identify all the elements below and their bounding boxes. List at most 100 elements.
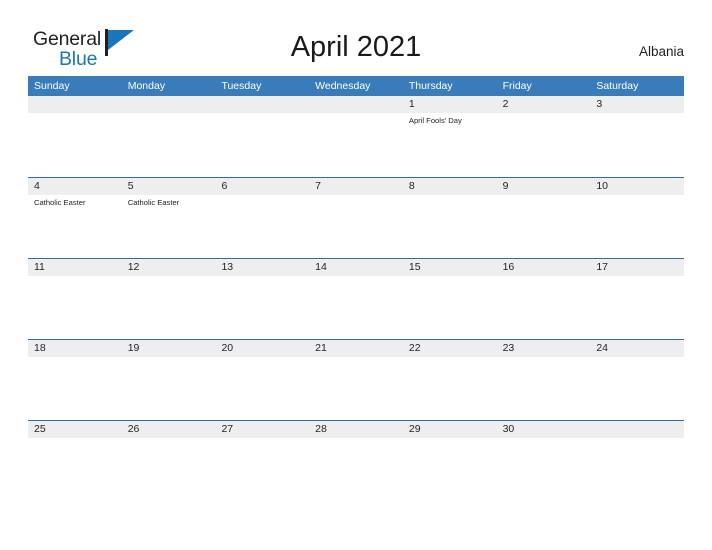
day-number-empty — [309, 96, 403, 113]
day-number-empty — [28, 96, 122, 113]
page-header: General Blue April 2021 Albania — [0, 0, 712, 76]
day-number[interactable]: 19 — [122, 340, 216, 357]
day-cell[interactable] — [215, 195, 309, 258]
weekday-header-monday: Monday — [127, 80, 166, 92]
day-cell[interactable] — [497, 357, 591, 420]
day-number[interactable]: 6 — [215, 178, 309, 195]
weekday-header-wednesday: Wednesday — [315, 80, 371, 92]
day-number[interactable]: 17 — [590, 259, 684, 276]
weekday-header-sunday: Sunday — [34, 80, 70, 92]
country-label: Albania — [638, 44, 684, 59]
day-number[interactable]: 1 — [403, 96, 497, 113]
week-date-band: 123 — [28, 96, 684, 113]
day-cell[interactable] — [28, 438, 122, 501]
day-cell[interactable] — [122, 438, 216, 501]
day-number[interactable]: 27 — [215, 421, 309, 438]
day-cell[interactable] — [122, 357, 216, 420]
day-number[interactable]: 21 — [309, 340, 403, 357]
week-date-band: 11 12 13 14 15 16 17 — [28, 259, 684, 276]
page-title: April 2021 — [290, 31, 422, 63]
week-event-row: Catholic Easter Catholic Easter — [28, 195, 684, 258]
calendar-weeks: 1 2 3 April Fools' Day 4 5 6 7 8 9 10 Catholic East… — [28, 96, 684, 501]
day-cell[interactable] — [309, 276, 403, 339]
calendar-week-row: 4 5 6 7 8 9 10 Catholic Easter Catholic Easter — [28, 177, 684, 258]
day-number[interactable]: 23 — [497, 340, 591, 357]
day-cell[interactable] — [309, 438, 403, 501]
day-cell[interactable] — [403, 276, 497, 339]
day-cell — [590, 438, 684, 501]
week-date-band: 4 5 6 7 8 9 10 — [28, 178, 684, 195]
holiday-label: April Fools' Day — [408, 116, 462, 125]
day-number[interactable]: 16 — [497, 259, 591, 276]
day-cell[interactable]: Catholic Easter — [28, 195, 122, 258]
day-number[interactable]: 15 — [403, 259, 497, 276]
day-cell — [122, 113, 216, 176]
day-cell — [215, 113, 309, 176]
day-number[interactable]: 8 — [403, 178, 497, 195]
day-cell — [309, 113, 403, 176]
day-cell[interactable] — [497, 438, 591, 501]
day-cell[interactable] — [590, 357, 684, 420]
day-number[interactable]: 2 — [497, 96, 591, 113]
weekday-header-thursday: Thursday — [408, 80, 453, 92]
day-number[interactable]: 25 — [28, 421, 122, 438]
day-cell[interactable] — [497, 276, 591, 339]
day-number[interactable]: 14 — [309, 259, 403, 276]
weekday-header-saturday: Saturday — [596, 80, 639, 92]
calendar-grid: Sunday Monday Tuesday Wednesday Thursday… — [28, 76, 684, 501]
week-event-row — [28, 357, 684, 420]
calendar-week-row: 18 19 20 21 22 23 24 — [28, 339, 684, 420]
day-cell — [28, 113, 122, 176]
week-event-row — [28, 276, 684, 339]
day-number-empty — [122, 96, 216, 113]
day-number[interactable]: 3 — [590, 96, 684, 113]
day-cell[interactable] — [215, 357, 309, 420]
day-cell[interactable] — [215, 438, 309, 501]
week-event-row — [28, 438, 684, 501]
week-date-band: 25 26 27 28 29 30 — [28, 421, 684, 438]
day-number[interactable]: 9 — [497, 178, 591, 195]
day-cell[interactable] — [403, 195, 497, 258]
day-number[interactable]: 20 — [215, 340, 309, 357]
day-number[interactable]: 13 — [215, 259, 309, 276]
day-cell[interactable] — [590, 276, 684, 339]
day-number[interactable]: 22 — [403, 340, 497, 357]
day-cell[interactable] — [309, 195, 403, 258]
day-number[interactable]: 4 — [28, 178, 122, 195]
day-number[interactable]: 7 — [309, 178, 403, 195]
weekday-header-friday: Friday — [502, 80, 532, 92]
day-number[interactable]: 30 — [497, 421, 591, 438]
week-date-band: 18 19 20 21 22 23 24 — [28, 340, 684, 357]
day-cell[interactable] — [590, 195, 684, 258]
day-number[interactable]: 10 — [590, 178, 684, 195]
day-cell[interactable]: Catholic Easter — [122, 195, 216, 258]
day-cell[interactable] — [497, 195, 591, 258]
day-number[interactable]: 29 — [403, 421, 497, 438]
day-cell[interactable] — [497, 113, 591, 176]
weekday-header-row: Sunday Monday Tuesday Wednesday Thursday… — [28, 76, 684, 96]
calendar-week-row: 1 2 3 April Fools' Day — [28, 96, 684, 177]
weekday-header-tuesday: Tuesday — [221, 80, 262, 92]
day-number[interactable]: 26 — [122, 421, 216, 438]
day-cell[interactable] — [403, 438, 497, 501]
day-cell[interactable] — [122, 276, 216, 339]
calendar-week-row: 11 12 13 14 15 16 17 — [28, 258, 684, 339]
day-number-empty — [215, 96, 309, 113]
day-number[interactable]: 12 — [122, 259, 216, 276]
day-cell[interactable] — [590, 113, 684, 176]
day-number[interactable]: 11 — [28, 259, 122, 276]
day-cell[interactable] — [28, 357, 122, 420]
day-cell[interactable]: April Fools' Day — [403, 113, 497, 176]
day-number[interactable]: 28 — [309, 421, 403, 438]
holiday-label: Catholic Easter — [127, 198, 180, 207]
day-number[interactable]: 5 — [122, 178, 216, 195]
day-cell[interactable] — [215, 276, 309, 339]
calendar-page: General Blue April 2021 Albania Sunday M… — [0, 0, 712, 550]
calendar-week-row: 25 26 27 28 29 30 — [28, 420, 684, 501]
day-cell[interactable] — [309, 357, 403, 420]
day-cell[interactable] — [28, 276, 122, 339]
holiday-label: Catholic Easter — [34, 198, 86, 207]
day-cell[interactable] — [403, 357, 497, 420]
day-number[interactable]: 24 — [590, 340, 684, 357]
day-number[interactable]: 18 — [28, 340, 122, 357]
